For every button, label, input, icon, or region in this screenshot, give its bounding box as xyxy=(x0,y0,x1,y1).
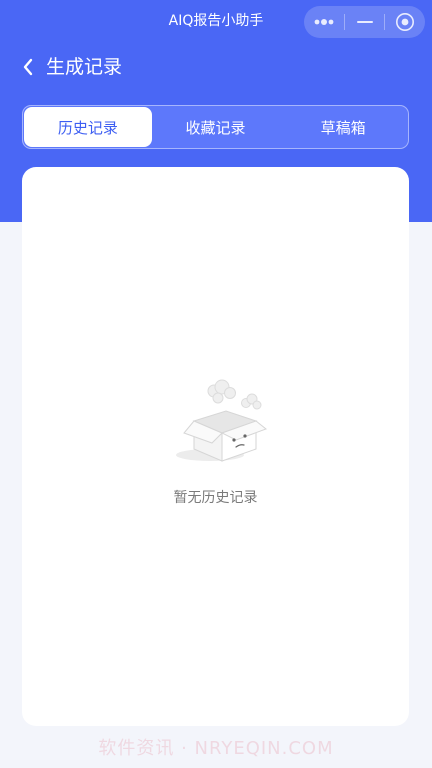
minimize-button[interactable] xyxy=(345,6,385,38)
close-button[interactable] xyxy=(385,6,425,38)
nav-bar: 生成记录 xyxy=(22,52,122,82)
more-dots-icon xyxy=(314,19,334,25)
more-button[interactable] xyxy=(304,6,344,38)
page-title: 生成记录 xyxy=(46,56,123,78)
empty-box-icon xyxy=(176,379,268,462)
empty-state-text: 暂无历史记录 xyxy=(173,490,258,506)
records-card: 暂无历史记录 xyxy=(22,167,409,726)
watermark: 软件资讯 · NRYEQIN.COM xyxy=(98,738,334,759)
record-tabs: 历史记录 收藏记录 草稿箱 xyxy=(22,105,409,149)
back-button[interactable] xyxy=(22,57,38,77)
tab-history[interactable]: 历史记录 xyxy=(24,107,152,147)
target-circle-icon xyxy=(396,13,415,31)
tab-drafts[interactable]: 草稿箱 xyxy=(279,107,407,147)
tab-favorites[interactable]: 收藏记录 xyxy=(152,107,280,147)
minus-icon xyxy=(356,21,373,23)
chevron-left-icon xyxy=(23,58,33,76)
capsule-menu xyxy=(304,6,425,38)
